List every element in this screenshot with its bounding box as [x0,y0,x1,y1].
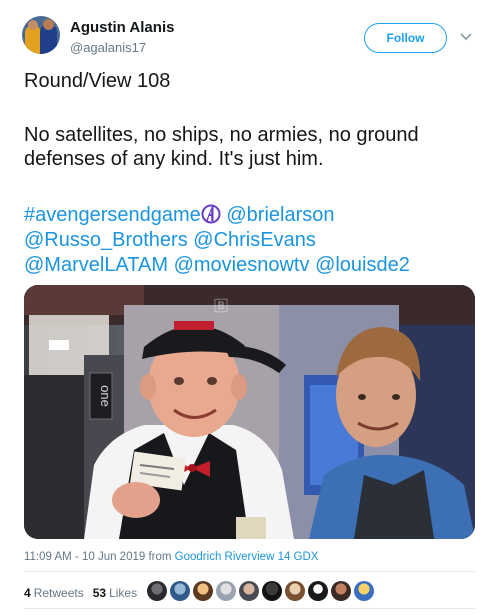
liker-avatar[interactable] [216,581,236,601]
likes-count: 53 [92,586,107,600]
tweet-tags: #avengersendgame @brielarson @Russo_Brot… [24,203,484,278]
tweet-text-line2: No satellites, no ships, no armies, no g… [24,124,419,170]
avatar-head-right [43,19,54,30]
tweet-stats: 4 Retweets 53 Likes [24,586,137,600]
tweet-from-label: from [148,551,172,563]
mention-louisde2[interactable]: @louisde2 [315,254,410,276]
mention-brielarson[interactable]: @brielarson [226,204,334,226]
tweet-time[interactable]: 11:09 AM - 10 Jun 2019 [24,551,145,563]
divider-bottom [24,608,475,609]
mention-chrisevans[interactable]: @ChrisEvans [193,229,316,251]
mention-marvellatam[interactable]: @MarvelLATAM [24,254,168,276]
liker-avatar[interactable] [239,581,259,601]
liker-avatar[interactable] [147,581,167,601]
tweet-photo[interactable]: one 🄱 [24,285,475,539]
avengers-logo-icon [201,204,221,224]
photo-scene: one 🄱 [24,285,475,539]
photo-watermark: 🄱 [214,298,228,314]
retweets-count: 4 [24,586,31,600]
liker-avatar[interactable] [193,581,213,601]
liker-avatar[interactable] [170,581,190,601]
mention-russo-brothers[interactable]: @Russo_Brothers [24,229,188,251]
author-avatar[interactable] [22,16,60,54]
liker-avatar[interactable] [331,581,351,601]
liker-avatar[interactable] [285,581,305,601]
likes-stat[interactable]: 53 Likes [93,586,137,600]
liker-avatar[interactable] [308,581,328,601]
door-sign-text: one [98,385,113,407]
chevron-down-icon[interactable] [459,30,473,44]
tweet-card: Agustin Alanis @agalanis17 Follow Round/… [0,0,500,615]
tweet-meta: 11:09 AM - 10 Jun 2019 from Goodrich Riv… [24,551,318,563]
avatar-head-left [28,20,38,30]
tweet-text-line1: Round/View 108 [24,70,171,92]
mention-moviesnowtv[interactable]: @moviesnowtv [174,254,310,276]
tweet-location[interactable]: Goodrich Riverview 14 GDX [175,551,319,563]
author-handle[interactable]: @agalanis17 [70,40,146,55]
author-name[interactable]: Agustin Alanis [70,19,174,36]
likers-avatars [147,581,374,601]
likes-label: Likes [109,586,138,600]
hashtag-avengersendgame[interactable]: #avengersendgame [24,204,201,226]
liker-avatar[interactable] [354,581,374,601]
divider-top [24,571,475,572]
retweets-stat[interactable]: 4 Retweets [24,586,84,600]
retweets-label: Retweets [33,586,84,600]
liker-avatar[interactable] [262,581,282,601]
follow-button[interactable]: Follow [364,23,447,53]
